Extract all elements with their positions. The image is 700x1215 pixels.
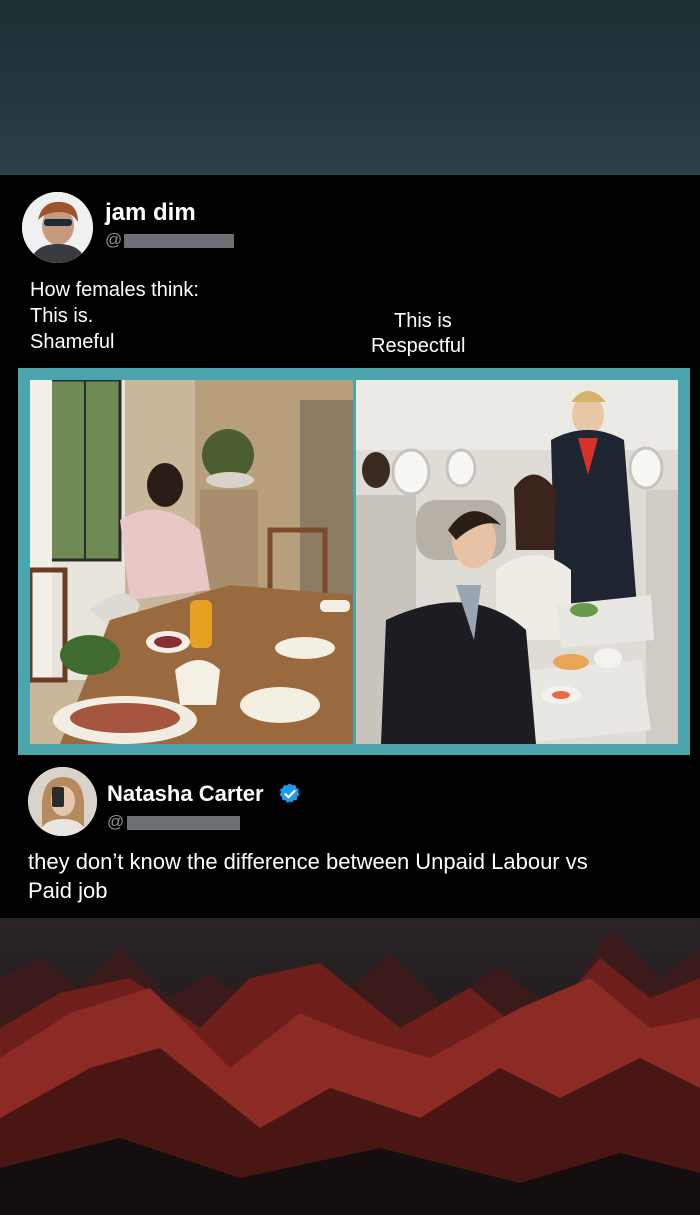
reply-author-name[interactable]: Natasha Carter bbox=[107, 781, 264, 807]
background-mountains bbox=[0, 918, 700, 1215]
author-name[interactable]: jam dim bbox=[105, 199, 196, 227]
handle-redaction bbox=[124, 234, 234, 248]
handle-redaction bbox=[127, 816, 240, 830]
post-text-line-3: Shameful bbox=[30, 331, 115, 353]
reply-author-handle[interactable]: @ bbox=[107, 812, 124, 832]
avatar-image bbox=[22, 192, 93, 263]
avatar[interactable] bbox=[28, 767, 97, 836]
right-caption-line-1: This is bbox=[394, 310, 452, 332]
verified-badge-icon bbox=[279, 783, 300, 803]
right-caption-line-2: Respectful bbox=[371, 335, 466, 357]
photo-airline-service[interactable] bbox=[356, 380, 678, 744]
background-top bbox=[0, 0, 700, 175]
author-handle[interactable]: @ bbox=[105, 230, 122, 250]
photo-dining-table[interactable] bbox=[30, 380, 353, 744]
post-text-line-1: How females think: bbox=[30, 279, 199, 301]
reply-text-line-2: Paid job bbox=[28, 878, 108, 903]
reply-text-line-1: they don’t know the difference between U… bbox=[28, 849, 588, 874]
post-text-line-2: This is. bbox=[30, 305, 94, 327]
avatar[interactable] bbox=[22, 192, 93, 263]
avatar-image bbox=[28, 767, 97, 836]
